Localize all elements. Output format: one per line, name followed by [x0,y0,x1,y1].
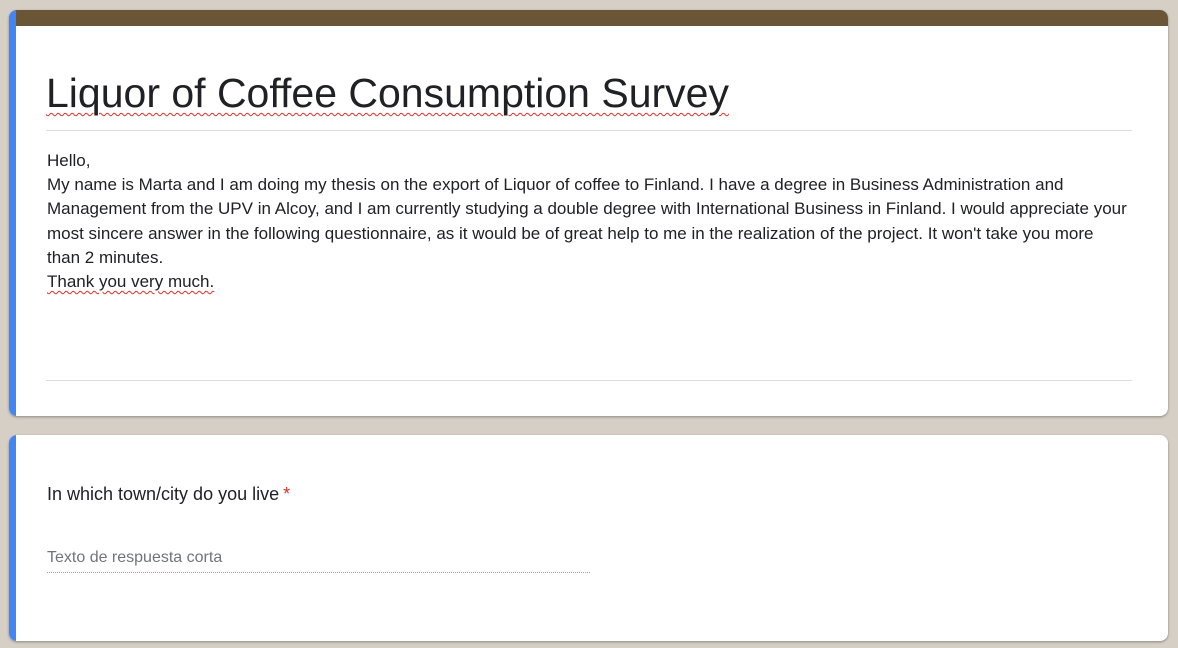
form-title[interactable]: Liquor of Coffee Consumption Survey [46,68,729,118]
question-label: In which town/city do you live [47,484,280,504]
question-card: In which town/city do you live * [9,435,1168,641]
short-answer-input[interactable] [47,543,590,573]
theme-color-bar [9,10,1168,26]
description-divider [46,380,1132,381]
description-body: My name is Marta and I am doing my thesi… [47,175,1127,267]
card-focus-accent [9,435,16,641]
description-greeting: Hello, [47,151,91,170]
form-header-card: Liquor of Coffee Consumption Survey Hell… [9,10,1168,416]
form-description[interactable]: Hello, My name is Marta and I am doing m… [47,149,1127,294]
card-focus-accent [9,10,16,416]
title-divider [46,130,1132,131]
question-title: In which town/city do you live * [47,482,290,506]
required-asterisk: * [283,484,291,504]
description-closing: Thank you very much. [47,272,215,292]
